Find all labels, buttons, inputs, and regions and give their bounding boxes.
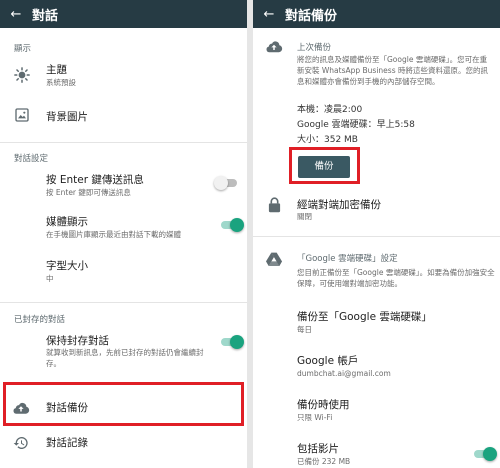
font-size-title: 字型大小 xyxy=(46,260,88,272)
chat-history-title: 對話記錄 xyxy=(46,437,88,449)
cloud-upload-icon xyxy=(266,41,283,53)
back-arrow-icon[interactable]: ← xyxy=(253,7,285,22)
backup-size: 大小：352 MB xyxy=(297,135,358,145)
app-bar: ← 對話 xyxy=(0,0,247,28)
highlight-box xyxy=(3,382,244,426)
backup-network-setting[interactable]: 備份時使用 只限 Wi-Fi xyxy=(253,394,500,428)
google-account-title: Google 帳戶 xyxy=(297,355,359,367)
section-header-chat-settings: 對話設定 xyxy=(14,154,49,164)
keep-archived-setting[interactable]: 保持封存對話 就算收到新訊息，先前已封存的對話仍會繼續封存。 xyxy=(0,330,247,370)
brightness-icon xyxy=(14,67,30,83)
divider xyxy=(0,142,247,143)
theme-title: 主題 xyxy=(46,64,67,76)
divider xyxy=(253,236,500,237)
font-size-value: 中 xyxy=(46,274,54,283)
media-visibility-desc: 在手機圖片庫顯示最近由對話下載的媒體 xyxy=(46,230,181,239)
wallpaper-icon xyxy=(15,108,29,122)
app-bar: ← 對話備份 xyxy=(253,0,500,28)
page-title: 對話備份 xyxy=(285,8,338,24)
section-header-archived: 已封存的對話 xyxy=(14,315,66,325)
page-title: 對話 xyxy=(32,8,59,24)
media-visibility-toggle[interactable] xyxy=(221,218,244,232)
google-drive-icon xyxy=(266,252,282,266)
local-backup-time: 本機：凌晨2:00 xyxy=(297,105,363,115)
backup-to-gdrive-title: 備份至「Google 雲端硬碟」 xyxy=(297,311,432,323)
include-videos-toggle[interactable] xyxy=(474,447,497,461)
history-icon xyxy=(13,437,28,449)
wallpaper-title: 背景圖片 xyxy=(46,111,88,123)
enter-send-desc: 按 Enter 鍵即可傳送訊息 xyxy=(46,188,131,197)
chat-history-setting[interactable]: 對話記錄 xyxy=(0,430,247,460)
back-arrow-icon[interactable]: ← xyxy=(0,7,32,22)
gdrive-settings-description: 您目前正備份至「Google 雲端硬碟」。如要為備份加強安全保障，可使用端對端加… xyxy=(297,268,495,288)
media-visibility-title: 媒體顯示 xyxy=(46,216,88,228)
font-size-setting[interactable]: 字型大小 中 xyxy=(0,254,247,288)
chat-settings-screen: ← 對話 顯示 主題 系統預設 背景圖片 對話設定 按 Enter 鍵傳送訊息 xyxy=(0,0,247,468)
gdrive-backup-time: Google 雲端硬碟：早上5:58 xyxy=(297,120,415,130)
highlight-box xyxy=(289,147,360,184)
e2e-backup-setting[interactable]: 經端對端加密備份 關閉 xyxy=(253,194,500,226)
wallpaper-setting[interactable]: 背景圖片 xyxy=(0,100,247,130)
last-backup-description: 將您的訊息及媒體備份至「Google 雲端硬碟」。您可在重新安裝 WhatsAp… xyxy=(297,55,488,86)
lock-icon xyxy=(268,197,281,213)
gdrive-settings-header: 「Google 雲端硬碟」設定 xyxy=(297,254,398,264)
divider xyxy=(0,302,247,303)
keep-archived-desc: 就算收到新訊息，先前已封存的對話仍會繼續封存。 xyxy=(46,348,204,368)
theme-setting[interactable]: 主題 系統預設 xyxy=(0,58,247,94)
media-visibility-setting[interactable]: 媒體顯示 在手機圖片庫顯示最近由對話下載的媒體 xyxy=(0,210,247,244)
enter-send-toggle[interactable] xyxy=(214,176,237,190)
include-videos-title: 包括影片 xyxy=(297,443,339,455)
google-account-setting[interactable]: Google 帳戶 dumbchat.ai@gmail.com xyxy=(253,350,500,384)
backup-frequency-setting[interactable]: 備份至「Google 雲端硬碟」 每日 xyxy=(253,306,500,340)
section-header-display: 顯示 xyxy=(14,44,32,54)
keep-archived-toggle[interactable] xyxy=(221,335,244,349)
backup-using-value: 只限 Wi-Fi xyxy=(297,413,333,422)
e2e-backup-title: 經端對端加密備份 xyxy=(297,199,381,211)
google-account-email: dumbchat.ai@gmail.com xyxy=(297,369,391,378)
chat-backup-screen: ← 對話備份 上次備份 將您的訊息及媒體備份至「Google 雲端硬碟」。您可在… xyxy=(253,0,500,468)
backup-using-title: 備份時使用 xyxy=(297,399,350,411)
e2e-backup-value: 關閉 xyxy=(297,212,312,221)
enter-send-title: 按 Enter 鍵傳送訊息 xyxy=(46,174,144,186)
include-videos-setting[interactable]: 包括影片 已備份 232 MB xyxy=(253,438,500,468)
enter-send-setting[interactable]: 按 Enter 鍵傳送訊息 按 Enter 鍵即可傳送訊息 xyxy=(0,168,247,202)
theme-value: 系統預設 xyxy=(46,78,76,87)
keep-archived-title: 保持封存對話 xyxy=(46,335,109,347)
backup-frequency-value: 每日 xyxy=(297,325,312,334)
include-videos-size: 已備份 232 MB xyxy=(297,457,351,466)
last-backup-header: 上次備份 xyxy=(297,43,332,53)
